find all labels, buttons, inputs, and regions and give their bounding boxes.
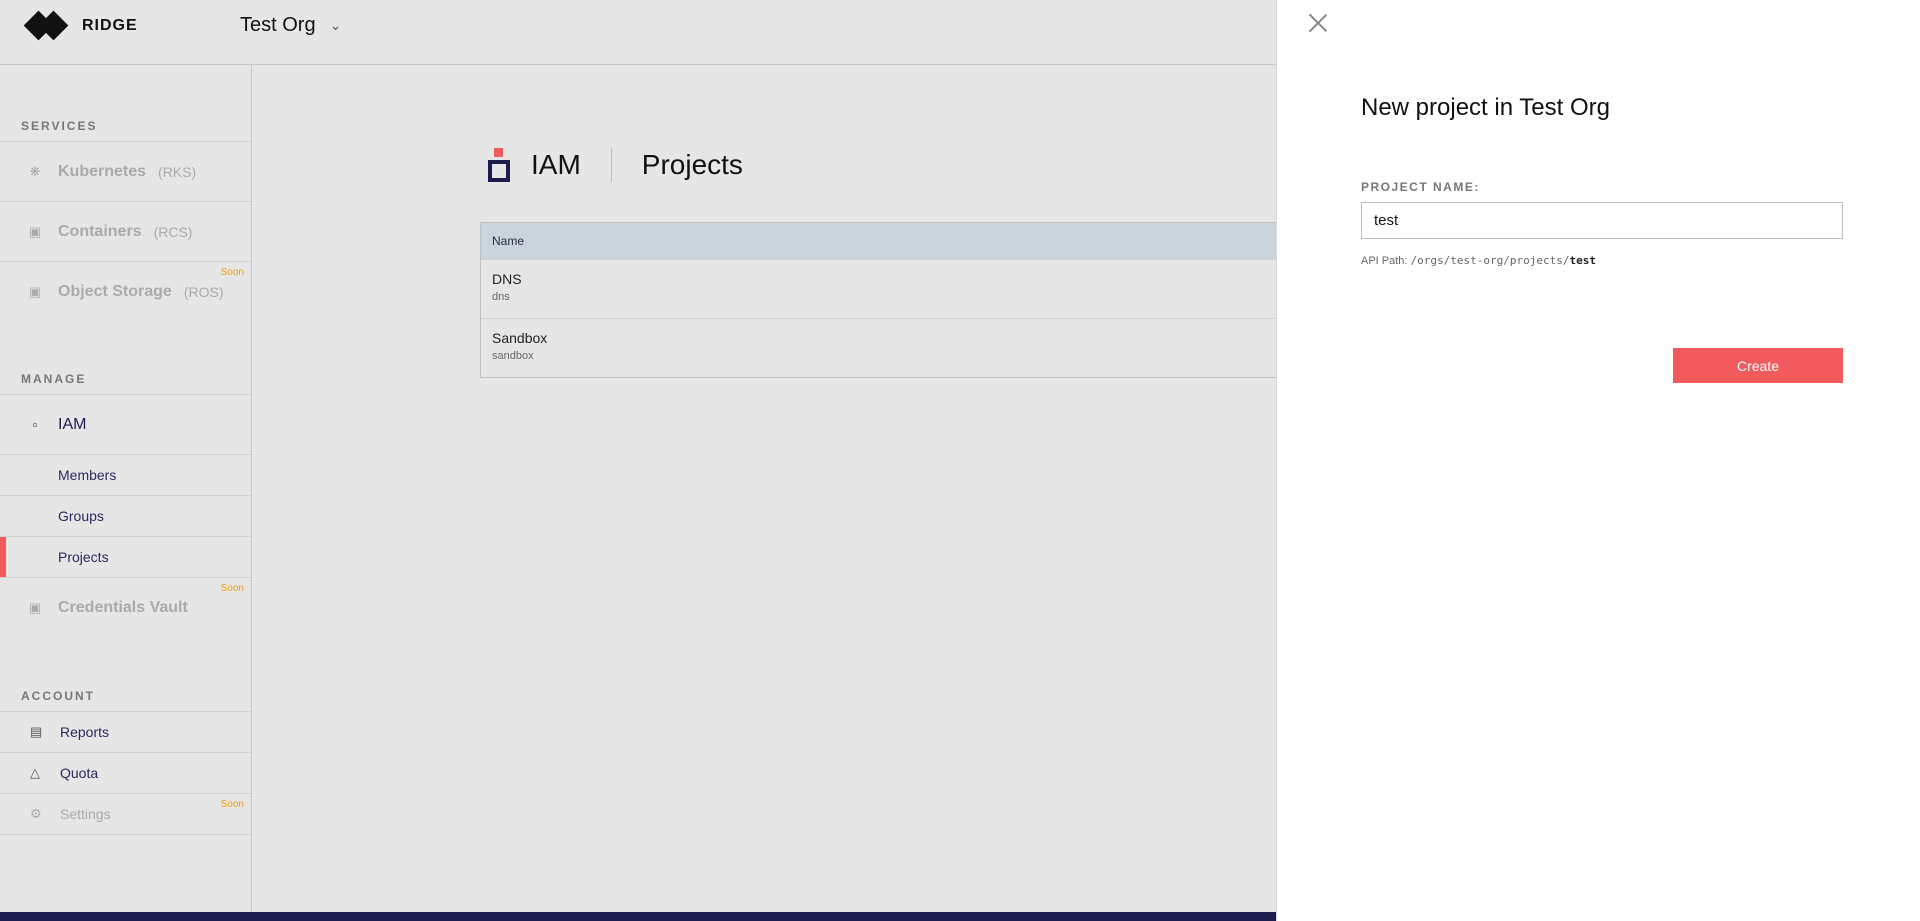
sidebar-item-object-storage[interactable]: ▣ Object Storage (ROS) Soon — [0, 261, 251, 321]
bottom-bar — [0, 912, 1276, 921]
header-divider — [610, 148, 612, 182]
sidebar: SERVICES ❋ Kubernetes (RKS) ▣ Containers… — [0, 65, 252, 921]
api-path: API Path: /orgs/test-org/projects/test — [1361, 254, 1596, 267]
container-icon: ▣ — [28, 223, 42, 239]
create-button[interactable]: Create — [1673, 348, 1843, 383]
close-icon[interactable] — [1307, 12, 1329, 34]
org-name: Test Org — [240, 14, 316, 36]
table-row[interactable]: Sandbox sandbox — [481, 318, 1280, 377]
project-name: DNS — [492, 271, 522, 287]
kubernetes-icon: ❋ — [29, 163, 41, 179]
api-path-label: API Path: — [1361, 255, 1411, 267]
org-switcher[interactable]: Test Org ⌄ — [240, 14, 341, 37]
table-header-name[interactable]: Name — [481, 223, 1280, 259]
iam-logo-icon — [488, 148, 510, 182]
sidebar-item-label: Containers — [58, 222, 142, 240]
drawer-title: New project in Test Org — [1361, 94, 1610, 121]
api-path-prefix: /orgs/test-org/projects/ — [1410, 254, 1570, 267]
gear-icon: ⚙ — [30, 806, 42, 821]
brand-name: RIDGE — [82, 17, 138, 34]
sidebar-item-kubernetes[interactable]: ❋ Kubernetes (RKS) — [0, 141, 251, 201]
page-title: Projects — [641, 149, 743, 180]
sidebar-item-label: Settings — [60, 806, 111, 822]
iam-icon: ▫ — [32, 417, 38, 432]
sidebar-item-projects[interactable]: Projects — [0, 536, 251, 578]
projects-table: Name DNS dns Sandbox sandbox — [480, 222, 1280, 378]
lock-icon: △ — [30, 765, 40, 780]
ridge-logo-icon — [23, 10, 72, 42]
sidebar-item-code: (ROS) — [183, 283, 224, 300]
project-name: Sandbox — [492, 330, 548, 346]
sidebar-item-settings[interactable]: ⚙ Settings Soon — [0, 793, 251, 834]
sidebar-item-label: Object Storage — [58, 282, 172, 300]
project-name-input[interactable] — [1361, 202, 1843, 239]
manage-section-title: MANAGE — [21, 372, 87, 386]
soon-badge: Soon — [220, 267, 244, 278]
sidebar-item-iam[interactable]: ▫ IAM — [0, 394, 251, 454]
sidebar-item-quota[interactable]: △ Quota — [0, 752, 251, 793]
sidebar-item-label: IAM — [58, 415, 87, 433]
sidebar-item-containers[interactable]: ▣ Containers (RCS) — [0, 201, 251, 261]
sidebar-item-label: Quota — [60, 765, 99, 781]
api-path-slug: test — [1569, 254, 1596, 267]
new-project-drawer: New project in Test Org PROJECT NAME: AP… — [1276, 0, 1920, 921]
account-section-title: ACCOUNT — [21, 689, 95, 703]
vault-icon: ▣ — [28, 599, 42, 615]
sidebar-item-label: Reports — [60, 724, 110, 740]
chevron-down-icon: ⌄ — [329, 17, 342, 33]
soon-badge: Soon — [220, 583, 244, 594]
sidebar-item-members[interactable]: Members — [0, 454, 251, 495]
section-name: IAM — [531, 149, 581, 180]
sidebar-item-label: Kubernetes — [58, 162, 147, 180]
sidebar-item-code: (RKS) — [158, 163, 197, 180]
project-name-label: PROJECT NAME: — [1361, 180, 1480, 194]
soon-badge: Soon — [220, 799, 244, 810]
project-slug: dns — [492, 291, 510, 303]
sidebar-item-groups[interactable]: Groups — [0, 495, 251, 536]
sidebar-item-reports[interactable]: ▤ Reports — [0, 711, 251, 752]
divider — [0, 834, 251, 835]
ridge-logo[interactable]: RIDGE — [23, 10, 138, 42]
storage-icon: ▣ — [28, 283, 42, 299]
sidebar-item-credentials-vault[interactable]: ▣ Credentials Vault Soon — [0, 577, 251, 637]
page-header: IAM Projects — [488, 148, 743, 182]
services-section-title: SERVICES — [21, 119, 98, 133]
sidebar-item-label: Credentials Vault — [58, 598, 188, 616]
project-slug: sandbox — [492, 350, 534, 362]
table-row[interactable]: DNS dns — [481, 259, 1280, 318]
sidebar-item-code: (RCS) — [153, 223, 193, 240]
document-icon: ▤ — [30, 724, 43, 739]
